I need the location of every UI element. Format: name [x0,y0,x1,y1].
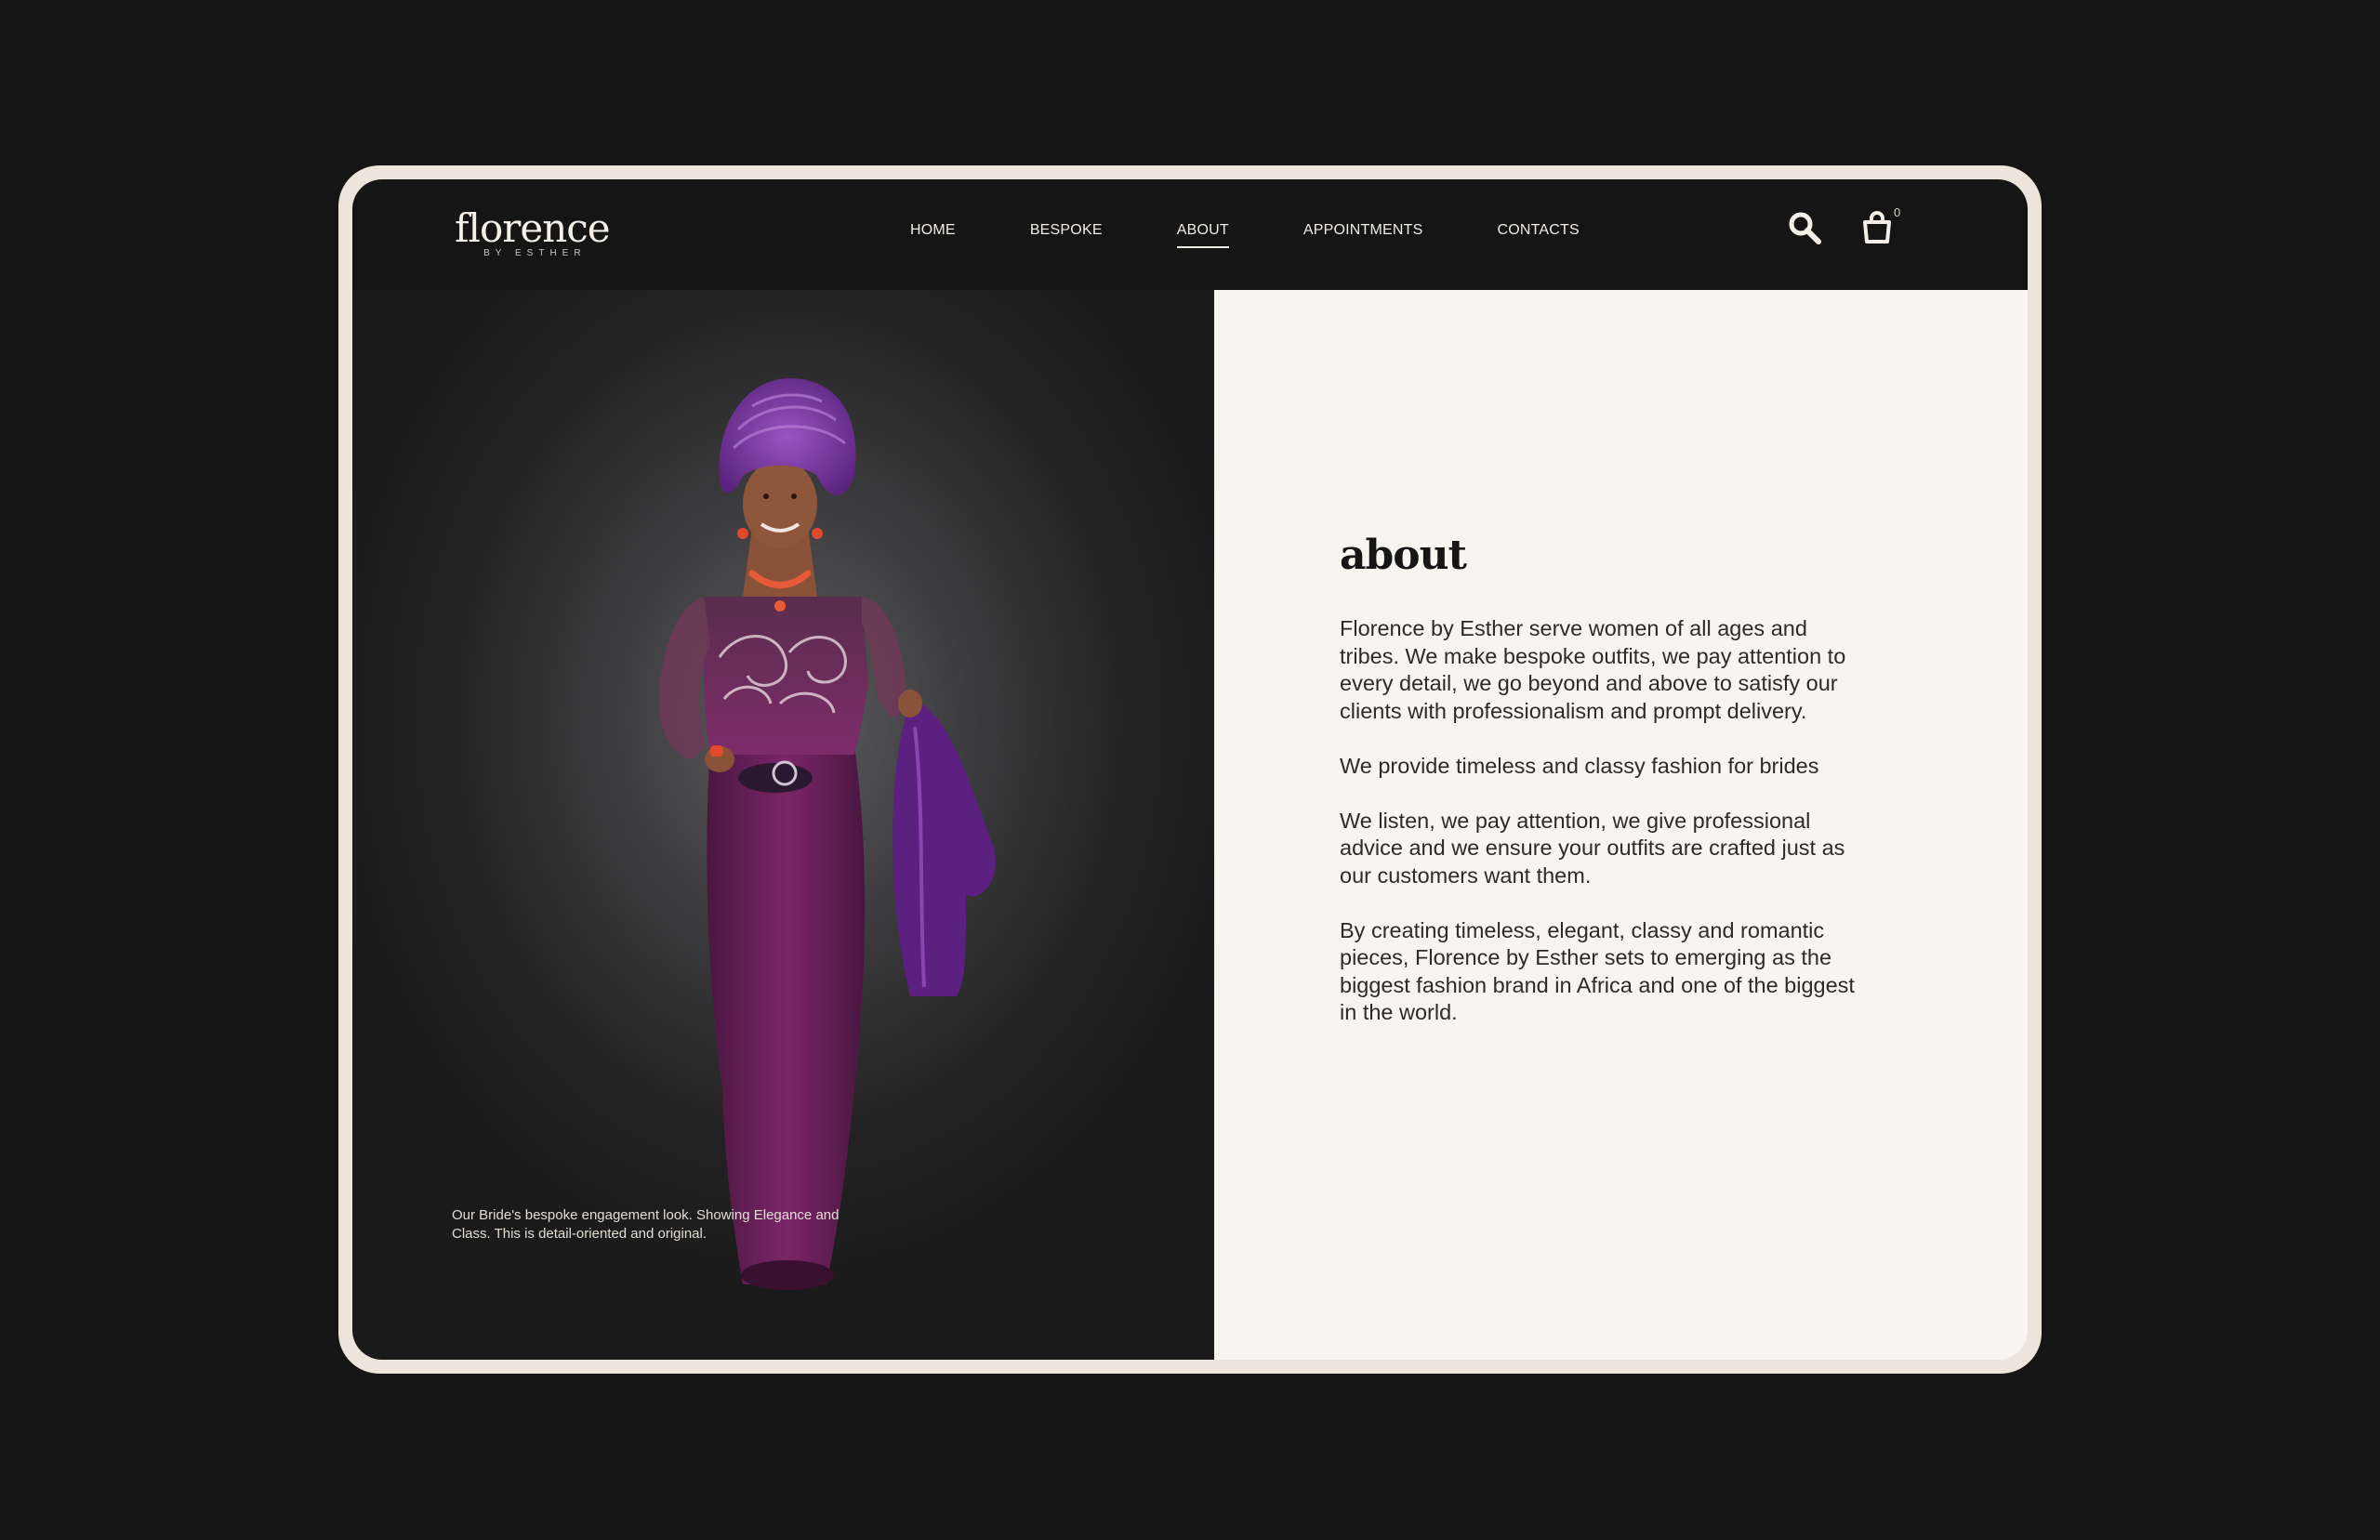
about-paragraph: By creating timeless, elegant, classy an… [1340,917,1855,1025]
browser-screen: florence BY ESTHER HOME BESPOKE ABOUT AP… [352,179,2028,1360]
brand-logo[interactable]: florence BY ESTHER [455,205,611,259]
bride-photo [658,378,997,1290]
nav-home-link[interactable]: HOME [910,222,956,239]
nav-about-link[interactable]: ABOUT [1176,222,1229,248]
nav-bespoke-link[interactable]: BESPOKE [1030,222,1103,239]
hero-photo-panel: Our Bride's bespoke engagement look. Sho… [352,290,1214,1360]
nav-contacts-link[interactable]: CONTACTS [1497,222,1579,239]
about-paragraph: We provide timeless and classy fashion f… [1340,753,1819,778]
about-title: about [1340,532,1467,579]
search-icon[interactable] [1788,211,1823,251]
device-frame: florence BY ESTHER HOME BESPOKE ABOUT AP… [338,165,2042,1374]
shopping-bag-icon[interactable] [1862,211,1892,249]
about-section: about Florence by Esther serve women of … [1214,290,2028,1360]
photo-caption: Our Bride's bespoke engagement look. Sho… [452,1207,840,1242]
main-menu: HOME BESPOKE ABOUT APPOINTMENTS CONTACTS [910,222,1654,248]
brand-name: florence [455,205,611,251]
cart-count-badge: 0 [1894,205,1901,219]
nav-appointments-link[interactable]: APPOINTMENTS [1303,222,1423,239]
about-copy: Florence by Esther serve women of all ag… [1340,615,1860,1054]
top-navigation: florence BY ESTHER HOME BESPOKE ABOUT AP… [352,179,2028,290]
about-paragraph: We listen, we pay attention, we give pro… [1340,808,1845,888]
about-paragraph: Florence by Esther serve women of all ag… [1340,616,1846,723]
